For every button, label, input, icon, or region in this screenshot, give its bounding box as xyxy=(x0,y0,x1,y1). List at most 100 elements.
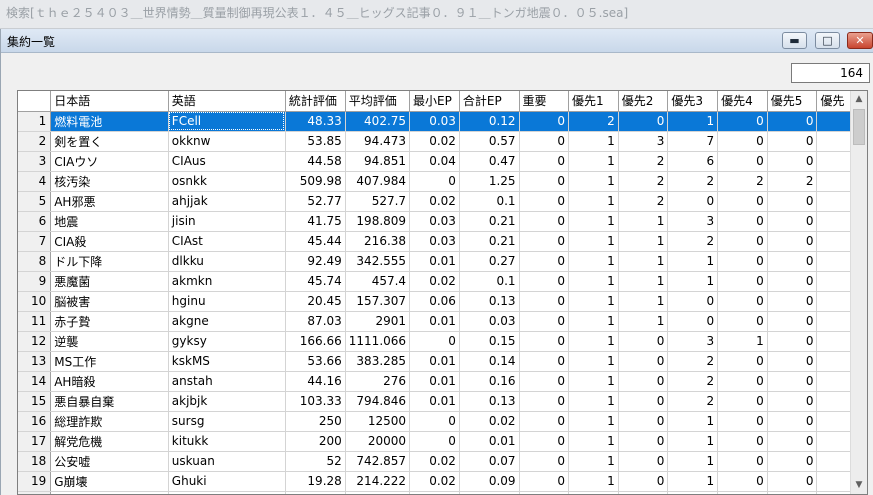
cell-value[interactable]: 0.03 xyxy=(459,311,520,332)
cell-value[interactable]: 0 xyxy=(717,451,768,472)
cell-value[interactable]: 742.857 xyxy=(345,451,411,472)
row-number[interactable]: 9 xyxy=(18,271,52,292)
cell-value[interactable]: 0 xyxy=(767,431,818,452)
cell-value[interactable]: 1 xyxy=(568,331,619,352)
cell-value[interactable]: 1 xyxy=(568,391,619,412)
cell-value[interactable]: 1 xyxy=(667,111,719,132)
cell-value[interactable]: 1 xyxy=(667,251,719,272)
cell-value[interactable]: 250 xyxy=(285,411,346,432)
cell-value[interactable]: 0.02 xyxy=(409,191,460,212)
cell-value[interactable]: 19.28 xyxy=(285,471,346,492)
cell-value[interactable]: 0 xyxy=(767,311,818,332)
cell-value[interactable]: 3 xyxy=(667,331,719,352)
cell-value[interactable]: 1 xyxy=(618,311,669,332)
column-header[interactable]: 優先1 xyxy=(568,91,619,112)
cell-value[interactable]: 0.13 xyxy=(459,391,520,412)
scrollbar-thumb[interactable] xyxy=(853,109,865,145)
cell-value[interactable]: 0 xyxy=(767,211,818,232)
cell-japanese[interactable]: 解党危機 xyxy=(50,431,169,452)
cell-value[interactable]: 0.02 xyxy=(459,411,520,432)
cell-value[interactable]: 0.13 xyxy=(459,291,520,312)
cell-value[interactable]: 0.01 xyxy=(409,371,460,392)
cell-value[interactable]: 0 xyxy=(618,371,669,392)
scroll-up-arrow-icon[interactable]: ▲ xyxy=(851,91,867,108)
cell-value[interactable]: 1 xyxy=(667,431,719,452)
column-header[interactable]: 優先5 xyxy=(767,91,818,112)
cell-value[interactable]: 0 xyxy=(767,371,818,392)
cell-value[interactable]: 0 xyxy=(618,411,669,432)
cell-value[interactable]: 0 xyxy=(717,291,768,312)
table-row[interactable]: 8 ドル下降 dlkku 92.49 342.555 0.01 0.27 0 1 1 1 0 0 xyxy=(18,251,867,272)
cell-value[interactable]: 1 xyxy=(568,311,619,332)
cell-english[interactable]: kitukk xyxy=(168,431,286,452)
cell-value[interactable]: 1 xyxy=(667,411,719,432)
cell-english[interactable]: FCell xyxy=(168,111,286,132)
row-number[interactable]: 7 xyxy=(18,231,52,252)
column-header[interactable]: 最小EP xyxy=(409,91,460,112)
cell-english[interactable]: okknw xyxy=(168,131,286,152)
cell-value[interactable]: 0.07 xyxy=(459,451,520,472)
cell-value[interactable]: 0.01 xyxy=(409,351,460,372)
cell-value[interactable]: 0 xyxy=(618,351,669,372)
cell-value[interactable]: 1.25 xyxy=(459,171,520,192)
table-row[interactable]: 10 脳被害 hginu 20.45 157.307 0.06 0.13 0 1 1 0 0 0 xyxy=(18,291,867,312)
table-row[interactable]: 18 公安嘘 uskuan 52 742.857 0.02 0.07 0 1 0 1 0 0 xyxy=(18,451,867,472)
cell-japanese[interactable]: 悪自暴自棄 xyxy=(50,391,169,412)
cell-value[interactable]: 1 xyxy=(568,451,619,472)
cell-japanese[interactable]: 公安嘘 xyxy=(50,451,169,472)
cell-value[interactable] xyxy=(459,491,520,494)
cell-value[interactable]: 20000 xyxy=(345,431,411,452)
cell-value[interactable] xyxy=(409,491,460,494)
cell-japanese[interactable]: G崩壊 xyxy=(50,471,169,492)
table-row[interactable]: 3 CIAウソ CIAus 44.58 94.851 0.04 0.47 0 1 2 6 0 0 xyxy=(18,151,867,172)
cell-value[interactable]: 0 xyxy=(717,251,768,272)
column-header[interactable]: 日本語 xyxy=(50,91,169,112)
cell-english[interactable]: akmkn xyxy=(168,271,286,292)
cell-value[interactable]: 0 xyxy=(519,111,570,132)
cell-value[interactable]: 166.66 xyxy=(285,331,346,352)
cell-value[interactable]: 0 xyxy=(519,271,570,292)
cell-value[interactable]: 0 xyxy=(618,451,669,472)
cell-value[interactable]: 1 xyxy=(568,131,619,152)
cell-value[interactable]: 216.38 xyxy=(345,231,411,252)
cell-value[interactable] xyxy=(667,491,719,494)
row-number[interactable]: 20 xyxy=(18,491,52,494)
cell-value[interactable]: 200 xyxy=(285,431,346,452)
cell-value[interactable]: 0.04 xyxy=(409,151,460,172)
cell-value[interactable]: 0 xyxy=(717,351,768,372)
cell-value[interactable]: 53.66 xyxy=(285,351,346,372)
cell-japanese[interactable]: CIAウソ xyxy=(50,151,169,172)
row-number[interactable]: 17 xyxy=(18,431,52,452)
row-number[interactable]: 4 xyxy=(18,171,52,192)
cell-value[interactable]: 0 xyxy=(767,151,818,172)
cell-value[interactable]: 0 xyxy=(519,291,570,312)
cell-value[interactable]: 48.33 xyxy=(285,111,346,132)
cell-value[interactable]: 0 xyxy=(717,371,768,392)
cell-japanese[interactable]: 核汚染 xyxy=(50,171,169,192)
cell-value[interactable]: 0 xyxy=(618,431,669,452)
cell-value[interactable]: 1 xyxy=(568,171,619,192)
cell-value[interactable]: 0 xyxy=(519,331,570,352)
cell-value[interactable]: 0 xyxy=(717,111,768,132)
cell-value[interactable]: 0 xyxy=(519,191,570,212)
table-row[interactable]: 14 AH暗殺 anstah 44.16 276 0.01 0.16 0 1 0 2 0 0 xyxy=(18,371,867,392)
table-row[interactable]: 15 悪自暴自棄 akjbjk 103.33 794.846 0.01 0.13 0 1 0 2 0 0 xyxy=(18,391,867,412)
cell-english[interactable]: gyksy xyxy=(168,331,286,352)
cell-english[interactable]: CIAst xyxy=(168,231,286,252)
cell-value[interactable]: 0.47 xyxy=(459,151,520,172)
cell-japanese[interactable]: 逆襲 xyxy=(50,331,169,352)
cell-english[interactable]: hginu xyxy=(168,291,286,312)
cell-value[interactable]: 0 xyxy=(519,211,570,232)
cell-value[interactable]: 0.03 xyxy=(409,111,460,132)
vertical-scrollbar[interactable]: ▲ ▼ xyxy=(850,91,867,494)
cell-value[interactable]: 0.01 xyxy=(409,251,460,272)
cell-value[interactable]: 0 xyxy=(767,231,818,252)
cell-value[interactable]: 527.7 xyxy=(345,191,411,212)
cell-value[interactable]: 0.02 xyxy=(409,451,460,472)
table-row[interactable]: 4 核汚染 osnkk 509.98 407.984 0 1.25 0 1 2 2 2 2 xyxy=(18,171,867,192)
cell-value[interactable]: 276 xyxy=(345,371,411,392)
cell-value[interactable]: 0.06 xyxy=(409,291,460,312)
cell-value[interactable]: 0 xyxy=(519,471,570,492)
cell-value[interactable]: 407.984 xyxy=(345,171,411,192)
table-row[interactable]: 12 逆襲 gyksy 166.66 1111.066 0 0.15 0 1 0 3 1 0 xyxy=(18,331,867,352)
